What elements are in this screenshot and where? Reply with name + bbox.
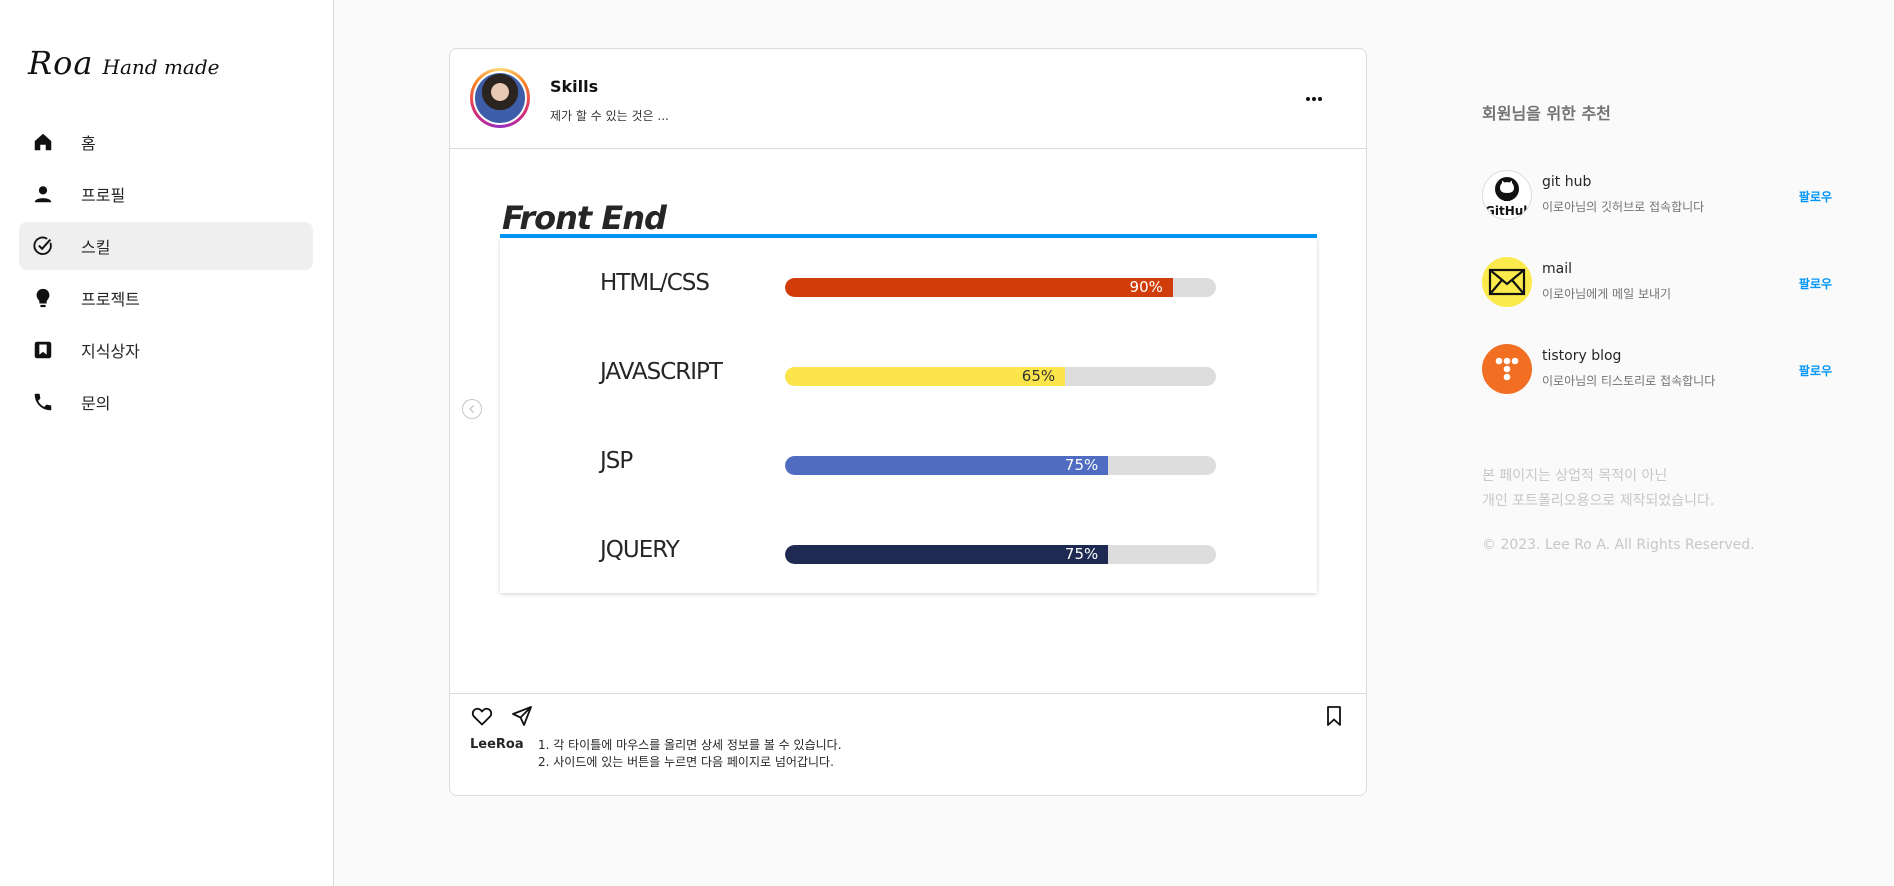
post-card: Skills 제가 할 수 있는 것은 ... Front End HTML/C… <box>449 48 1367 796</box>
save-bookmark-icon[interactable] <box>1322 704 1346 728</box>
avatar-photo <box>475 73 525 123</box>
skill-row-html-css[interactable]: HTML/CSS 90% <box>500 266 1317 306</box>
caption-line: 1. 각 타이틀에 마우스를 올리면 상세 정보를 볼 수 있습니다. <box>538 738 842 752</box>
post-subtitle: 제가 할 수 있는 것은 ... <box>550 109 669 123</box>
send-icon[interactable] <box>510 704 534 728</box>
post-caption: LeeRoa 1. 각 타이틀에 마우스를 올리면 상세 정보를 볼 수 있습니… <box>470 737 842 771</box>
tistory-icon[interactable] <box>1482 344 1532 394</box>
nav-item-skills[interactable]: 스킬 <box>19 222 313 270</box>
skill-bar-fill: 65% <box>785 367 1066 386</box>
post-media: Front End HTML/CSS 90% JAVASCRIPT 65% JS… <box>450 149 1366 694</box>
recommend-title: 회원님을 위한 추천 <box>1482 104 1611 123</box>
nav-label: 홈 <box>81 134 96 153</box>
home-icon <box>31 130 55 154</box>
skill-row-jquery[interactable]: JQUERY 75% <box>500 533 1317 573</box>
logo-main: Roa <box>28 44 94 82</box>
post-actions <box>450 694 1366 734</box>
caption-text: 1. 각 타이틀에 마우스를 올리면 상세 정보를 볼 수 있습니다. 2. 사… <box>538 737 842 771</box>
heart-icon[interactable] <box>470 704 494 728</box>
chevron-left-icon <box>469 405 474 413</box>
more-dots-icon <box>1306 97 1322 101</box>
footer-note-line: 본 페이지는 상업적 목적이 아닌 <box>1482 468 1668 484</box>
post-title[interactable]: Skills <box>550 77 598 96</box>
phone-icon <box>31 390 55 414</box>
recommend-item-mail: mail 이로아님에게 메일 보내기 팔로우 <box>1482 257 1862 311</box>
post-header: Skills 제가 할 수 있는 것은 ... <box>450 49 1366 149</box>
caption-line: 2. 사이드에 있는 버튼을 누르면 다음 페이지로 넘어갑니다. <box>538 755 834 769</box>
logo[interactable]: Roa Hand made <box>28 44 219 82</box>
sidebar: Roa Hand made 홈 프로필 스킬 프로젝트 지식상자 문의 <box>0 0 334 886</box>
skill-row-javascript[interactable]: JAVASCRIPT 65% <box>500 355 1317 395</box>
skill-bar-fill: 75% <box>785 545 1109 564</box>
avatar-inner <box>473 71 527 125</box>
footer-note: 본 페이지는 상업적 목적이 아닌 개인 포트폴리오용으로 제작되었습니다. <box>1482 464 1714 514</box>
recommend-desc: 이로아님의 티스토리로 접속합니다 <box>1542 374 1716 388</box>
skill-bar-track: 65% <box>785 367 1216 386</box>
skill-name: HTML/CSS <box>600 270 710 296</box>
skill-bar-fill: 90% <box>785 278 1173 297</box>
lightbulb-icon <box>31 286 55 310</box>
nav-item-contact[interactable]: 문의 <box>19 378 313 426</box>
nav-label: 지식상자 <box>81 342 140 361</box>
nav-item-home[interactable]: 홈 <box>19 118 313 166</box>
skill-bar-track: 75% <box>785 545 1216 564</box>
nav-label: 스킬 <box>81 238 111 257</box>
recommend-name[interactable]: mail <box>1542 261 1572 277</box>
mail-icon[interactable] <box>1482 257 1532 307</box>
avatar[interactable] <box>470 68 530 128</box>
nav-label: 프로필 <box>81 186 126 205</box>
prev-slide-button[interactable] <box>462 399 482 419</box>
bookmark-box-icon <box>31 338 55 362</box>
nav-label: 프로젝트 <box>81 290 140 309</box>
github-icon[interactable]: GitHub <box>1482 170 1532 220</box>
nav-item-knowledge-box[interactable]: 지식상자 <box>19 326 313 374</box>
recommend-name[interactable]: tistory blog <box>1542 348 1621 364</box>
skill-row-jsp[interactable]: JSP 75% <box>500 444 1317 484</box>
nav-item-projects[interactable]: 프로젝트 <box>19 274 313 322</box>
skill-name: JAVASCRIPT <box>600 359 723 385</box>
skill-list: HTML/CSS 90% JAVASCRIPT 65% JSP 75% JQUE… <box>500 238 1317 593</box>
caption-username[interactable]: LeeRoa <box>470 737 538 771</box>
recommend-name[interactable]: git hub <box>1542 174 1591 190</box>
recommend-desc: 이로아님의 깃허브로 접속합니다 <box>1542 200 1705 214</box>
skill-percent: 90% <box>1129 278 1163 296</box>
recommend-desc: 이로아님에게 메일 보내기 <box>1542 287 1672 301</box>
person-icon <box>31 182 55 206</box>
skill-name: JSP <box>600 448 633 474</box>
follow-button[interactable]: 팔로우 <box>1799 362 1832 379</box>
nav-item-profile[interactable]: 프로필 <box>19 170 313 218</box>
section-title[interactable]: Front End <box>502 199 667 237</box>
skill-bar-fill: 75% <box>785 456 1109 475</box>
skill-bar-track: 90% <box>785 278 1216 297</box>
footer-copyright: © 2023. Lee Ro A. All Rights Reserved. <box>1482 537 1755 553</box>
footer-note-line: 개인 포트폴리오용으로 제작되었습니다. <box>1482 493 1715 509</box>
skill-name: JQUERY <box>600 537 680 563</box>
skill-percent: 75% <box>1064 456 1099 474</box>
recommend-item-github: GitHub git hub 이로아님의 깃허브로 접속합니다 팔로우 <box>1482 170 1862 224</box>
logo-sub: Hand made <box>102 55 220 79</box>
skill-bar-track: 75% <box>785 456 1216 475</box>
skill-percent: 65% <box>1021 367 1056 385</box>
check-circle-icon <box>31 234 55 258</box>
skill-percent: 75% <box>1064 545 1099 563</box>
more-options-button[interactable] <box>1302 87 1326 111</box>
nav-label: 문의 <box>81 394 111 413</box>
follow-button[interactable]: 팔로우 <box>1799 275 1832 292</box>
follow-button[interactable]: 팔로우 <box>1799 188 1832 205</box>
svg-text:GitHub: GitHub <box>1485 204 1531 218</box>
main-nav: 홈 프로필 스킬 프로젝트 지식상자 문의 <box>19 118 313 430</box>
recommend-item-tistory: tistory blog 이로아님의 티스토리로 접속합니다 팔로우 <box>1482 344 1862 398</box>
